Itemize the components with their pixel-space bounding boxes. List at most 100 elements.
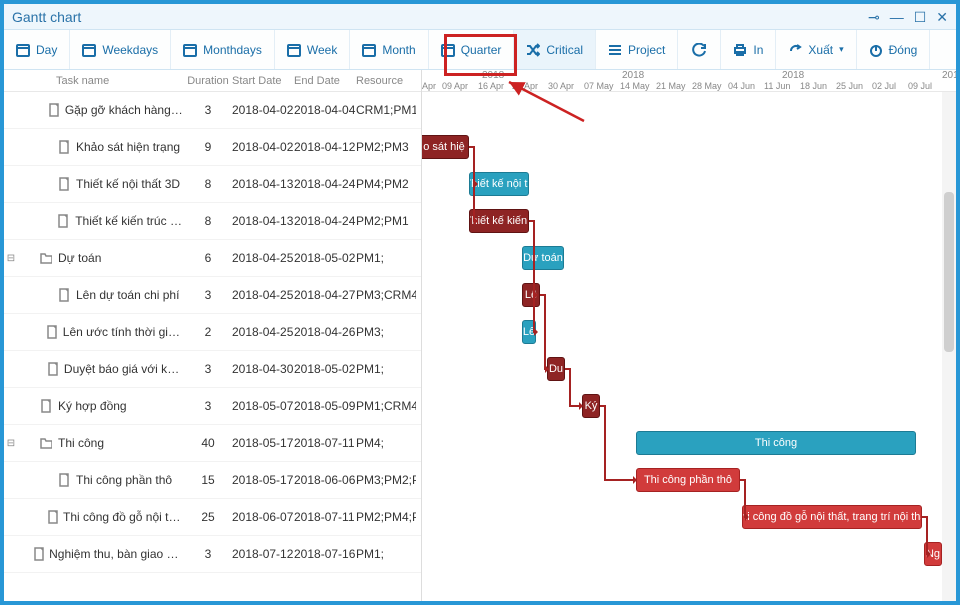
export-label: Xuất <box>808 43 833 57</box>
minimize-icon[interactable]: — <box>890 4 904 30</box>
task-name: Thiết kế kiến trúc 3D <box>75 214 184 228</box>
gantt-bar[interactable]: Thi công <box>636 431 916 455</box>
document-icon <box>47 103 60 117</box>
close-button[interactable]: Đóng <box>857 30 931 69</box>
monthdays-label: Monthdays <box>203 43 262 57</box>
task-start: 2018-07-12 <box>232 547 294 561</box>
task-end: 2018-04-24 <box>294 214 356 228</box>
table-row[interactable]: Duyệt báo giá với khách hà32018-04-30201… <box>4 351 421 388</box>
table-row[interactable]: Ký hợp đồng32018-05-072018-05-09PM1;CRM4 <box>4 388 421 425</box>
table-row[interactable]: Thiết kế nội thất 3D82018-04-132018-04-2… <box>4 166 421 203</box>
chevron-down-icon: ▾ <box>839 44 844 55</box>
calendar-icon <box>183 43 197 57</box>
project-label: Project <box>628 43 665 57</box>
document-icon <box>32 547 45 561</box>
quarter-button[interactable]: Quarter <box>429 30 515 69</box>
print-button[interactable]: In <box>721 30 776 69</box>
task-name: Khảo sát hiện trạng <box>76 140 180 154</box>
power-icon <box>869 43 883 57</box>
maximize-icon[interactable]: ☐ <box>914 4 927 30</box>
week-button[interactable]: Week <box>275 30 350 69</box>
table-row[interactable]: Gặp gỡ khách hàng làm rõ32018-04-022018-… <box>4 92 421 129</box>
task-start: 2018-05-17 <box>232 473 294 487</box>
task-end: 2018-04-24 <box>294 177 356 191</box>
gantt-chart[interactable]: 201820182018201Apr09 Apr16 Apr23 Apr30 A… <box>422 70 956 601</box>
task-start: 2018-04-02 <box>232 103 294 117</box>
close-icon[interactable]: ✕ <box>936 4 948 30</box>
printer-icon <box>733 43 747 57</box>
folder-icon <box>38 436 54 450</box>
month-button[interactable]: Month <box>350 30 428 69</box>
critical-button[interactable]: Critical <box>514 30 596 69</box>
task-start: 2018-04-25 <box>232 251 294 265</box>
folder-icon <box>38 251 54 265</box>
scrollbar-thumb[interactable] <box>944 192 954 352</box>
timeline-header: 201820182018201Apr09 Apr16 Apr23 Apr30 A… <box>422 70 956 92</box>
table-row[interactable]: ⊟Dự toán62018-04-252018-05-02PM1; <box>4 240 421 277</box>
task-end: 2018-04-26 <box>294 325 356 339</box>
window-title: Gantt chart <box>12 4 868 30</box>
task-resource: CRM1;PM1 <box>356 103 416 117</box>
task-end: 2018-07-11 <box>294 510 356 524</box>
document-icon <box>56 473 72 487</box>
task-grid: Task name Duration Start Date End Date R… <box>4 70 422 601</box>
task-duration: 9 <box>184 140 232 154</box>
weekdays-button[interactable]: Weekdays <box>70 30 171 69</box>
refresh-button[interactable] <box>678 30 721 69</box>
task-start: 2018-04-13 <box>232 214 294 228</box>
task-duration: 2 <box>184 325 232 339</box>
table-row[interactable]: ⊟Thi công402018-05-172018-07-11PM4; <box>4 425 421 462</box>
task-name: Ký hợp đồng <box>58 399 127 413</box>
gantt-bar[interactable]: Thi công đồ gỗ nội thất, trang trí nội t… <box>742 505 922 529</box>
task-start: 2018-04-02 <box>232 140 294 154</box>
timeline-tick: Apr <box>422 81 436 91</box>
vertical-scrollbar[interactable] <box>942 92 956 601</box>
table-row[interactable]: Thi công phần thô152018-05-172018-06-06P… <box>4 462 421 499</box>
table-row[interactable]: Nghiệm thu, bàn giao công trìn32018-07-1… <box>4 536 421 573</box>
task-resource: PM1; <box>356 547 416 561</box>
col-resource-header[interactable]: Resource <box>356 70 416 91</box>
task-start: 2018-06-07 <box>232 510 294 524</box>
pin-icon[interactable]: ⊸ <box>868 4 880 30</box>
calendar-icon <box>287 43 301 57</box>
monthdays-button[interactable]: Monthdays <box>171 30 275 69</box>
task-start: 2018-04-30 <box>232 362 294 376</box>
grid-header: Task name Duration Start Date End Date R… <box>4 70 421 92</box>
project-button[interactable]: Project <box>596 30 678 69</box>
task-start: 2018-04-13 <box>232 177 294 191</box>
task-end: 2018-04-27 <box>294 288 356 302</box>
calendar-icon <box>82 43 96 57</box>
weekdays-label: Weekdays <box>102 43 158 57</box>
col-duration-header[interactable]: Duration <box>184 70 232 91</box>
task-name: Gặp gỡ khách hàng làm rõ <box>65 103 184 117</box>
day-label: Day <box>36 43 57 57</box>
day-button[interactable]: Day <box>4 30 70 69</box>
expand-icon[interactable]: ⊟ <box>4 253 18 264</box>
task-end: 2018-04-04 <box>294 103 356 117</box>
list-icon <box>608 43 622 57</box>
col-end-header[interactable]: End Date <box>294 70 356 91</box>
chart-body: o sát hiệThiết kế nội thThiết kế kiến tD… <box>422 92 956 601</box>
task-duration: 3 <box>184 362 232 376</box>
gantt-window: Gantt chart ⊸ — ☐ ✕ Day Weekdays Monthda… <box>0 0 960 605</box>
table-row[interactable]: Thiết kế kiến trúc 3D82018-04-132018-04-… <box>4 203 421 240</box>
table-row[interactable]: Lên dự toán chi phí32018-04-252018-04-27… <box>4 277 421 314</box>
table-row[interactable]: Khảo sát hiện trạng92018-04-022018-04-12… <box>4 129 421 166</box>
col-start-header[interactable]: Start Date <box>232 70 294 91</box>
timeline-tick: 21 May <box>656 81 686 91</box>
table-row[interactable]: Lên ước tính thời gian thi cô22018-04-25… <box>4 314 421 351</box>
col-task-header[interactable]: Task name <box>4 70 184 91</box>
share-icon <box>788 43 802 57</box>
gantt-bar[interactable]: o sát hiệ <box>422 135 469 159</box>
timeline-tick: 07 May <box>584 81 614 91</box>
task-end: 2018-07-11 <box>294 436 356 450</box>
export-button[interactable]: Xuất ▾ <box>776 30 856 69</box>
timeline-year: 2018 <box>622 70 644 81</box>
table-row[interactable]: Thi công đồ gỗ nội thất, tran252018-06-0… <box>4 499 421 536</box>
gantt-bar[interactable]: Dự toán <box>522 246 564 270</box>
task-resource: PM3; <box>356 325 416 339</box>
expand-icon[interactable]: ⊟ <box>4 438 18 449</box>
timeline-year: 2018 <box>482 70 504 81</box>
task-duration: 8 <box>184 214 232 228</box>
gantt-bar[interactable]: Thi công phần thô <box>636 468 740 492</box>
